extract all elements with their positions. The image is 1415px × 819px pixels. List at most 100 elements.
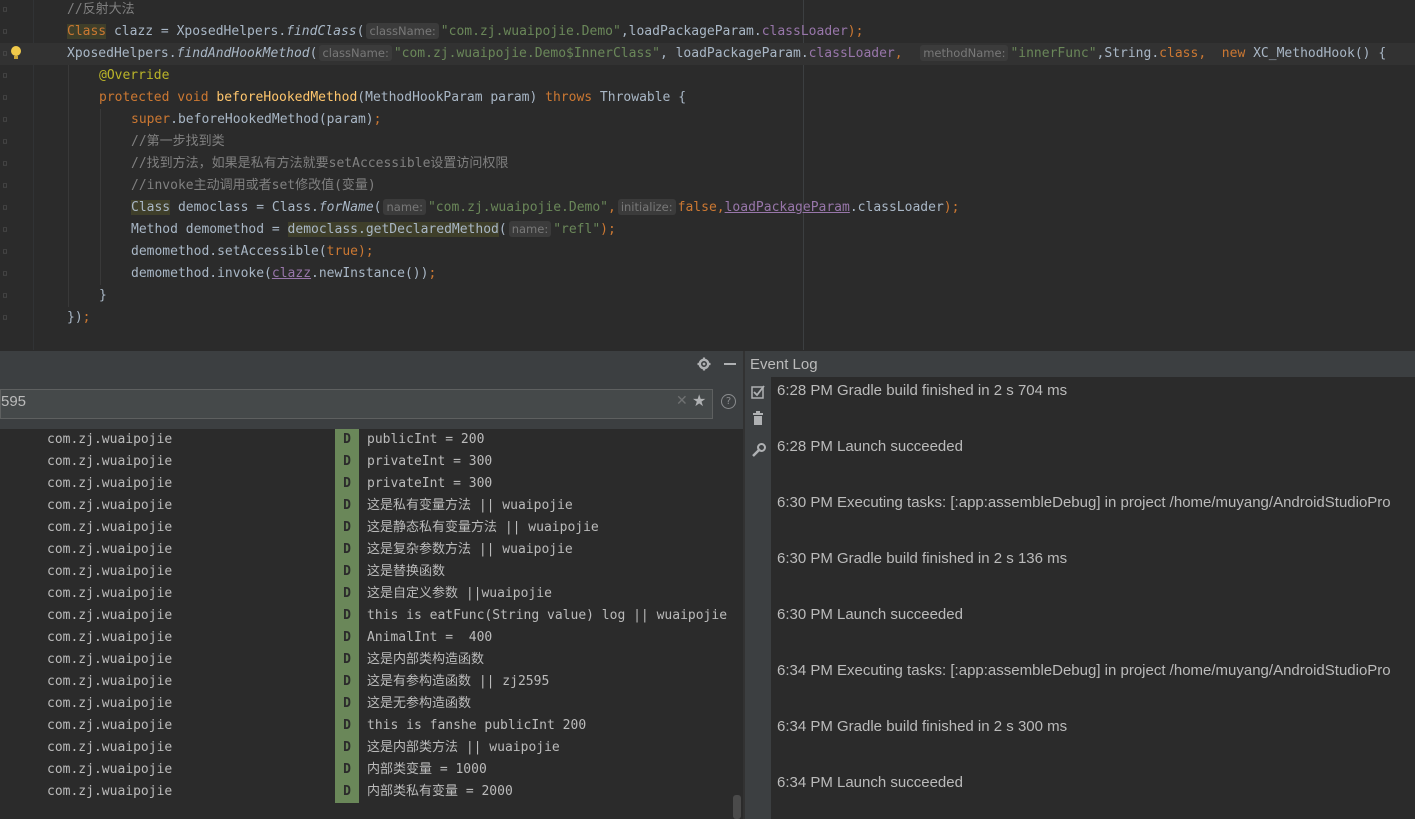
log-level-badge: D xyxy=(335,495,359,517)
code-token: .newInstance()) xyxy=(311,266,429,281)
code-editor[interactable]: ▫ //反射大法 ▫ Class clazz = XposedHelpers.find… xyxy=(0,0,1415,350)
event-log-entry[interactable]: 6:34 PM Launch succeeded xyxy=(777,769,963,797)
indent-guide xyxy=(68,109,69,131)
event-log-entry[interactable]: 6:28 PM Launch succeeded xyxy=(777,433,963,461)
fold-marker-icon[interactable]: ▫ xyxy=(2,263,8,285)
log-level-badge: D xyxy=(335,429,359,451)
wrench-icon[interactable] xyxy=(751,443,766,458)
indent-guide xyxy=(100,263,101,285)
code-text: //反射大法 xyxy=(67,0,135,21)
minimize-icon[interactable] xyxy=(724,363,736,365)
log-row[interactable]: com.zj.wuaipojie D 内部类变量 = 1000 xyxy=(0,759,735,781)
code-token: ); xyxy=(357,244,374,259)
code-token: ( xyxy=(356,24,365,39)
fold-marker-icon[interactable]: ▫ xyxy=(2,0,8,21)
log-package: com.zj.wuaipojie xyxy=(47,586,173,601)
log-row[interactable]: com.zj.wuaipojie Dthis is eatFunc(String … xyxy=(0,605,735,627)
log-row[interactable]: com.zj.wuaipojie D 这是内部类方法 || wuaipojie xyxy=(0,737,735,759)
log-message: privateInt = 300 xyxy=(367,454,493,469)
trash-icon[interactable] xyxy=(751,411,765,425)
code-line[interactable]: ▫ @Override xyxy=(0,65,1415,87)
log-row[interactable]: com.zj.wuaipojie D 这是复杂参数方法 || wuaipojie xyxy=(0,539,735,561)
log-message: 这是私有变量方法 || wuaipojie xyxy=(367,498,573,513)
code-line[interactable]: ▫ //反射大法 xyxy=(0,0,1415,21)
log-row[interactable]: com.zj.wuaipojie D 这是内部类构造函数 xyxy=(0,649,735,671)
event-log-toolbar xyxy=(745,377,771,819)
log-level-badge: D xyxy=(335,583,359,605)
fold-marker-icon[interactable]: ▫ xyxy=(2,21,8,43)
log-row[interactable]: com.zj.wuaipojie D 这是自定义参数 ||wuaipojie xyxy=(0,583,735,605)
help-icon[interactable]: ? xyxy=(721,394,736,409)
code-line[interactable]: ▫ protected void beforeHookedMethod(Metho… xyxy=(0,87,1415,109)
fold-marker-icon[interactable]: ▫ xyxy=(2,43,8,65)
fold-marker-icon[interactable]: ▫ xyxy=(2,65,8,87)
event-log-entry[interactable]: 6:30 PM Executing tasks: [:app:assembleDe… xyxy=(777,489,1391,517)
code-line[interactable]: ▫ Class democlass = Class.forName(name: "c… xyxy=(0,197,1415,219)
parameter-hint: className: xyxy=(366,23,439,39)
log-row[interactable]: com.zj.wuaipojie D 这是有参构造函数 || zj2595 xyxy=(0,671,735,693)
code-line[interactable]: ▫ super.beforeHookedMethod(param); xyxy=(0,109,1415,131)
log-row[interactable]: com.zj.wuaipojie DprivateInt = 300 xyxy=(0,473,735,495)
fold-marker-icon[interactable]: ▫ xyxy=(2,87,8,109)
code-line[interactable]: ▫ demomethod.setAccessible(true); xyxy=(0,241,1415,263)
code-line[interactable]: ▫ //找到方法，如果是私有方法就要setAccessible设置访问权限 xyxy=(0,153,1415,175)
code-line[interactable]: ▫} xyxy=(0,285,1415,307)
fold-marker-icon[interactable]: ▫ xyxy=(2,307,8,329)
log-row[interactable]: com.zj.wuaipojie D 这是私有变量方法 || wuaipojie xyxy=(0,495,735,517)
log-message: 这是有参构造函数 || zj2595 xyxy=(367,674,550,689)
event-log-entry[interactable]: 6:28 PM Gradle build finished in 2 s 704 … xyxy=(777,377,1067,405)
event-time: 6:34 PM xyxy=(777,774,833,791)
code-token: forName xyxy=(318,200,374,215)
code-line[interactable]: ▫ //invoke主动调用或者set修改值(变量) xyxy=(0,175,1415,197)
parameter-hint: name: xyxy=(383,199,426,215)
indent-guide xyxy=(68,65,69,87)
code-token: , xyxy=(1198,46,1222,61)
code-line[interactable]: ▫ demomethod.invoke(clazz.newInstance()); xyxy=(0,263,1415,285)
code-line[interactable]: ▫ Class clazz = XposedHelpers.findClass(c… xyxy=(0,21,1415,43)
star-icon[interactable]: ★ xyxy=(692,391,706,410)
event-log-entry[interactable]: 6:34 PM Gradle build finished in 2 s 300 … xyxy=(777,713,1067,741)
fold-marker-icon[interactable]: ▫ xyxy=(2,285,8,307)
code-line[interactable]: ▫ Method demomethod = democlass.getDeclar… xyxy=(0,219,1415,241)
fold-marker-icon[interactable]: ▫ xyxy=(2,241,8,263)
code-line[interactable]: ▫ //第一步找到类 xyxy=(0,131,1415,153)
fold-marker-icon[interactable]: ▫ xyxy=(2,219,8,241)
code-line[interactable]: ▫}); xyxy=(0,307,1415,329)
log-row[interactable]: com.zj.wuaipojie D 这是无参构造函数 xyxy=(0,693,735,715)
fold-marker-icon[interactable]: ▫ xyxy=(2,197,8,219)
code-token: "refl" xyxy=(553,222,601,237)
fold-marker-icon[interactable]: ▫ xyxy=(2,175,8,197)
close-icon[interactable]: ✕ xyxy=(676,393,688,409)
log-row[interactable]: com.zj.wuaipojie DpublicInt = 200 xyxy=(0,429,735,451)
fold-marker-icon[interactable]: ▫ xyxy=(2,131,8,153)
log-row[interactable]: com.zj.wuaipojie D 这是静态私有变量方法 || wuaipojie xyxy=(0,517,735,539)
indent-guide xyxy=(68,197,69,219)
fold-marker-icon[interactable]: ▫ xyxy=(2,109,8,131)
event-time: 6:28 PM xyxy=(777,382,833,399)
log-row[interactable]: com.zj.wuaipojie DprivateInt = 300 xyxy=(0,451,735,473)
logcat-search-input[interactable]: 595 xyxy=(0,389,713,419)
code-token: super xyxy=(131,112,171,127)
lightbulb-icon[interactable] xyxy=(10,45,22,61)
event-log-entry[interactable]: 6:34 PM Executing tasks: [:app:assembleDe… xyxy=(777,657,1391,685)
logcat-scrollbar[interactable] xyxy=(733,795,741,819)
code-line[interactable]: ▫ XposedHelpers.findAndHookMethod(classNa… xyxy=(0,43,1415,65)
log-row[interactable]: com.zj.wuaipojie Dthis is fanshe publicIn… xyxy=(0,715,735,737)
fold-marker-icon[interactable]: ▫ xyxy=(2,153,8,175)
code-token: Throwable { xyxy=(592,90,687,105)
log-row[interactable]: com.zj.wuaipojie D 这是替换函数 xyxy=(0,561,735,583)
code-token: XposedHelpers. xyxy=(67,46,177,61)
code-token: //反射大法 xyxy=(67,2,135,17)
event-log-entry[interactable]: 6:30 PM Gradle build finished in 2 s 136 … xyxy=(777,545,1067,573)
log-level-badge: D xyxy=(335,781,359,803)
code-text: //第一步找到类 xyxy=(131,131,225,153)
log-level-badge: D xyxy=(335,649,359,671)
code-token: findAndHookMethod xyxy=(176,46,310,61)
checkbox-icon[interactable] xyxy=(751,385,765,399)
code-token: clazz xyxy=(271,266,312,281)
code-token: //第一步找到类 xyxy=(131,134,225,149)
event-log-entry[interactable]: 6:30 PM Launch succeeded xyxy=(777,601,963,629)
gear-icon[interactable] xyxy=(697,357,711,371)
log-row[interactable]: com.zj.wuaipojie D 内部类私有变量 = 2000 xyxy=(0,781,735,803)
log-row[interactable]: com.zj.wuaipojie D AnimalInt = 400 xyxy=(0,627,735,649)
